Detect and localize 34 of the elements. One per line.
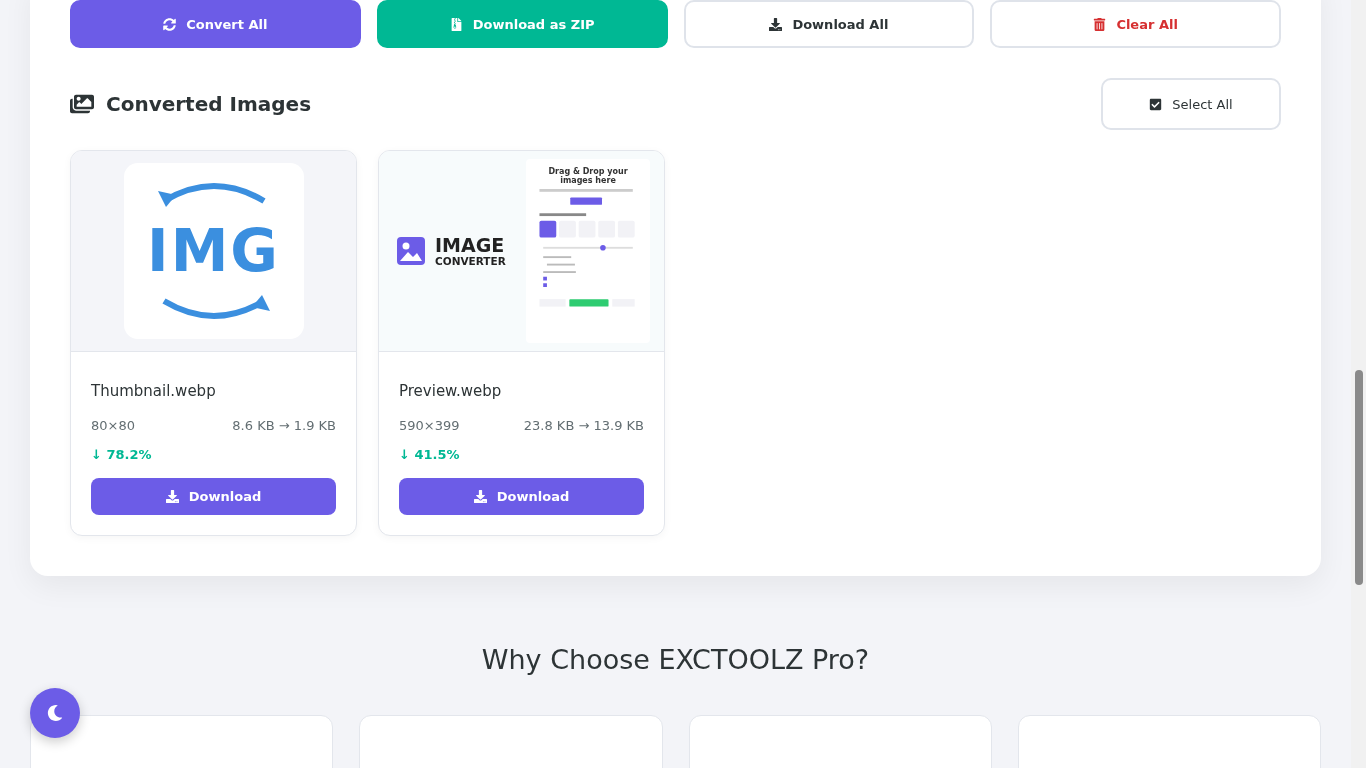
image-icon (397, 237, 425, 265)
download-button[interactable]: Download (91, 478, 336, 515)
moon-icon (47, 705, 63, 721)
section-title: Converted Images (106, 92, 312, 116)
download-icon (473, 490, 487, 503)
file-sizes: 8.6 KB → 1.9 KB (232, 418, 336, 433)
download-icon (165, 490, 179, 503)
action-button[interactable]: Download as ZIP (376, 0, 668, 48)
select-all-button[interactable]: Select All (1101, 78, 1281, 130)
sync-icon (163, 17, 177, 31)
action-button[interactable]: Download All (683, 0, 975, 48)
file-icon (449, 17, 463, 31)
action-button[interactable]: Convert All (70, 0, 361, 48)
download-button[interactable]: Download (399, 478, 644, 515)
image-dimensions: 80×80 (91, 418, 135, 433)
download-icon (769, 17, 783, 31)
theme-toggle-button[interactable] (30, 688, 80, 738)
action-button[interactable]: Clear All (990, 0, 1281, 48)
file-name: Preview.webp (399, 382, 503, 400)
file-sizes: 23.8 KB → 13.9 KB (523, 418, 644, 433)
logo-text: IMG (147, 217, 280, 285)
logo-text: IMAGE (435, 235, 506, 255)
checkbox-icon (1149, 97, 1163, 111)
file-name: Thumbnail.webp (91, 382, 217, 400)
size-savings: ↓ 41.5% (399, 447, 461, 462)
trash-icon (1093, 17, 1107, 31)
section-title: Why Choose EXCTOOLZ Pro? (481, 644, 870, 675)
image-dimensions: 590×399 (399, 418, 460, 433)
logo-text: CONVERTER (435, 254, 506, 267)
screenshot-heading: Drag & Drop your images here (547, 167, 629, 186)
size-savings: ↓ 78.2% (91, 447, 153, 462)
images-icon (70, 92, 94, 116)
scrollbar-thumb[interactable] (1355, 370, 1363, 585)
scrollbar[interactable] (1351, 0, 1366, 768)
